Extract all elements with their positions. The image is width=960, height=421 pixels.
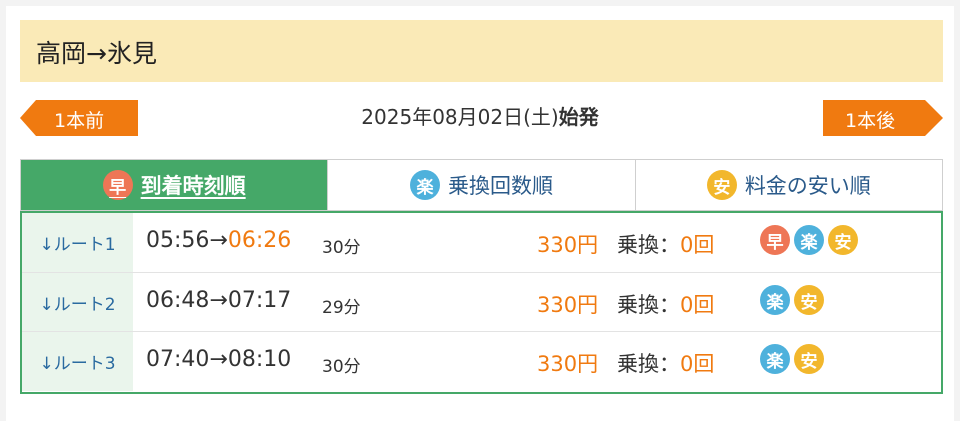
route-duration: 30分 xyxy=(322,238,361,258)
transfer-label: 乗換： xyxy=(617,293,680,317)
route-row[interactable]: ↓ルート1 05:56→06:26 30分 330円 乗換：0回 早 楽 安 xyxy=(22,213,941,272)
early-badge-icon: 早 xyxy=(760,225,790,255)
route-duration: 30分 xyxy=(322,357,361,377)
route-link[interactable]: ↓ルート3 xyxy=(22,332,133,391)
tab-transfer-count[interactable]: 楽 乗換回数順 xyxy=(327,160,634,210)
date-text: 2025年08月02日(土) xyxy=(361,105,559,129)
easy-badge-icon: 楽 xyxy=(409,170,440,200)
departure-time: 07:40 xyxy=(146,347,210,372)
cheap-badge-icon: 安 xyxy=(794,285,824,315)
first-train-label: 始発 xyxy=(558,105,599,129)
tab-label: 到着時刻順 xyxy=(140,174,246,198)
next-train-label: 1本後 xyxy=(845,110,896,132)
route-transfers: 乗換：0回 xyxy=(617,229,714,259)
route-badges: 楽 安 xyxy=(760,344,824,374)
departure-time: 06:48 xyxy=(146,288,210,313)
search-date: 2025年08月02日(土)始発 xyxy=(0,101,960,130)
route-fare: 330円 xyxy=(537,293,599,317)
route-badges: 楽 安 xyxy=(760,285,824,315)
route-row[interactable]: ↓ルート2 06:48→07:17 29分 330円 乗換：0回 楽 安 xyxy=(22,272,941,332)
arrival-time: 08:10 xyxy=(227,347,292,372)
easy-badge-icon: 楽 xyxy=(760,344,790,374)
route-list: ↓ルート1 05:56→06:26 30分 330円 乗換：0回 早 楽 安 ↓… xyxy=(20,211,943,394)
arrival-time: 07:17 xyxy=(227,288,292,313)
route-times: 06:48→07:17 xyxy=(146,288,291,313)
route-fare: 330円 xyxy=(537,233,599,257)
early-badge-icon: 早 xyxy=(102,170,133,200)
route-times: 07:40→08:10 xyxy=(146,347,291,372)
easy-badge-icon: 楽 xyxy=(760,285,790,315)
tab-fare-cheapest[interactable]: 安 料金の安い順 xyxy=(634,160,942,210)
route-title-bar: 高岡→氷見 xyxy=(20,20,943,82)
tab-label: 料金の安い順 xyxy=(744,174,871,198)
transfer-label: 乗換： xyxy=(617,352,680,376)
cheap-badge-icon: 安 xyxy=(794,344,824,374)
time-arrow: → xyxy=(209,228,228,253)
route-link[interactable]: ↓ルート1 xyxy=(22,213,133,272)
cheap-badge-icon: 安 xyxy=(828,225,858,255)
transfer-count: 0回 xyxy=(680,352,715,376)
route-duration: 29分 xyxy=(322,298,361,318)
transfer-count: 0回 xyxy=(680,293,715,317)
sort-tabs: 早 到着時刻順 楽 乗換回数順 安 料金の安い順 xyxy=(20,159,943,211)
transfer-count: 0回 xyxy=(680,233,715,257)
cheap-badge-icon: 安 xyxy=(706,170,737,200)
route-transfers: 乗換：0回 xyxy=(617,289,714,319)
route-row[interactable]: ↓ルート3 07:40→08:10 30分 330円 乗換：0回 楽 安 xyxy=(22,331,941,391)
route-link[interactable]: ↓ルート2 xyxy=(22,273,133,332)
next-train-button[interactable]: 1本後 xyxy=(823,100,943,136)
transfer-label: 乗換： xyxy=(617,233,680,257)
time-arrow: → xyxy=(209,347,228,372)
time-arrow: → xyxy=(209,288,228,313)
departure-time: 05:56 xyxy=(146,228,210,253)
tab-arrival-time[interactable]: 早 到着時刻順 xyxy=(21,160,328,210)
route-times: 05:56→06:26 xyxy=(146,228,291,253)
route-badges: 早 楽 安 xyxy=(760,225,858,255)
tab-label: 乗換回数順 xyxy=(447,174,553,198)
arrival-time: 06:26 xyxy=(227,228,292,253)
easy-badge-icon: 楽 xyxy=(794,225,824,255)
route-transfers: 乗換：0回 xyxy=(617,348,714,378)
page-title: 高岡→氷見 xyxy=(36,39,157,68)
route-fare: 330円 xyxy=(537,352,599,376)
